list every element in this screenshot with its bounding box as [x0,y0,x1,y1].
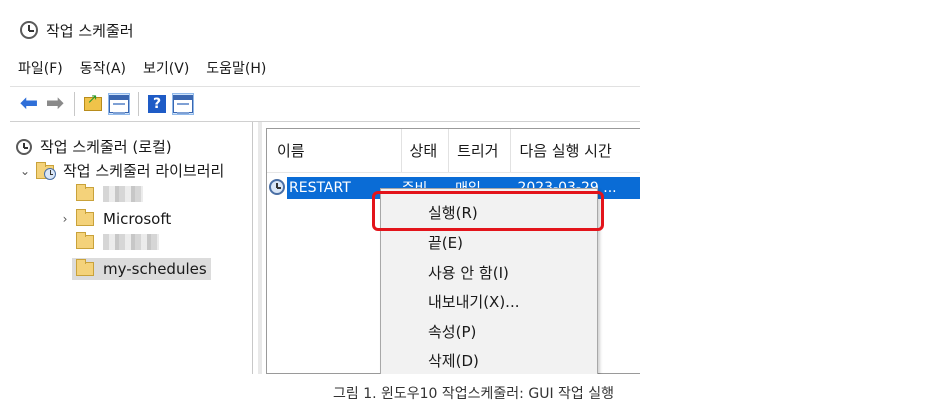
column-header-status[interactable]: 상태 [402,129,450,172]
context-menu-delete[interactable]: 삭제(D) [428,347,479,373]
redacted-folder-name [103,234,159,250]
menu-file[interactable]: 파일(F) [10,58,72,78]
context-menu-properties[interactable]: 속성(P) [428,318,476,344]
chevron-right-icon[interactable]: › [58,212,72,226]
folder-icon [76,259,94,276]
show-action-pane-icon [173,95,193,114]
folder-icon [76,232,94,249]
folder-icon [76,209,94,226]
context-menu-disable[interactable]: 사용 안 함(I) [428,259,509,285]
folder-icon [76,184,94,201]
task-scheduler-window: 작업 스케줄러 파일(F) 동작(A) 보기(V) 도움말(H) ⬅ ➡ ? 작… [10,10,640,374]
toolbar: ⬅ ➡ ? [10,86,640,122]
back-arrow-icon: ⬅ [19,91,39,116]
task-scheduler-clock-icon [20,21,38,39]
tree-item-my-schedules[interactable]: my-schedules [58,258,211,280]
task-icon [269,179,285,195]
help-icon: ? [148,95,166,113]
toolbar-separator [138,92,139,116]
column-header-trigger[interactable]: 트리거 [449,129,512,172]
tree-item-blurred-1[interactable] [58,184,143,202]
menu-bar: 파일(F) 동작(A) 보기(V) 도움말(H) [10,54,275,82]
list-header: 이름 상태 트리거 다음 실행 시간 [267,129,640,173]
menu-action[interactable]: 동작(A) [72,58,135,78]
forward-button[interactable]: ➡ [44,93,66,115]
menu-view[interactable]: 보기(V) [135,58,198,78]
tree-selection: my-schedules [72,258,211,280]
tree-item-label: Microsoft [103,210,172,228]
chevron-down-icon[interactable]: ⌄ [18,164,32,178]
show-hide-pane-button[interactable] [108,93,130,115]
figure-caption: 그림 1. 윈도우10 작업스케줄러: GUI 작업 실행 [332,386,614,402]
library-folder-icon [36,161,56,180]
window-title: 작업 스케줄러 [46,21,134,40]
tree-item-label: my-schedules [103,260,207,278]
tree-library[interactable]: ⌄ 작업 스케줄러 라이브러리 [18,160,224,181]
toolbar-separator [74,92,75,116]
tree-item-microsoft[interactable]: › Microsoft [58,209,172,228]
scheduler-local-icon [16,138,32,155]
context-menu-end[interactable]: 끝(E) [428,229,463,255]
show-pane-icon [109,95,129,114]
forward-arrow-icon: ➡ [45,91,65,116]
column-header-next-run[interactable]: 다음 실행 시간 [511,129,640,172]
red-highlight-box [372,191,604,231]
redacted-folder-name [103,186,143,202]
up-folder-button[interactable] [82,92,104,115]
up-folder-icon [84,92,102,111]
back-button[interactable]: ⬅ [18,93,40,115]
menu-help[interactable]: 도움말(H) [198,58,275,78]
tree-item-blurred-2[interactable] [58,232,159,250]
show-action-pane-button[interactable] [172,93,194,115]
context-menu-export[interactable]: 내보내기(X)... [428,288,520,314]
column-header-name[interactable]: 이름 [267,129,402,172]
tree-root-label: 작업 스케줄러 (로컬) [40,138,172,156]
title-bar: 작업 스케줄러 [10,10,640,50]
help-button[interactable]: ? [146,93,168,115]
tree-root[interactable]: 작업 스케줄러 (로컬) [16,136,172,157]
tree-library-label: 작업 스케줄러 라이브러리 [63,162,225,180]
navigation-tree: 작업 스케줄러 (로컬) ⌄ 작업 스케줄러 라이브러리 › Microsoft [10,122,253,374]
